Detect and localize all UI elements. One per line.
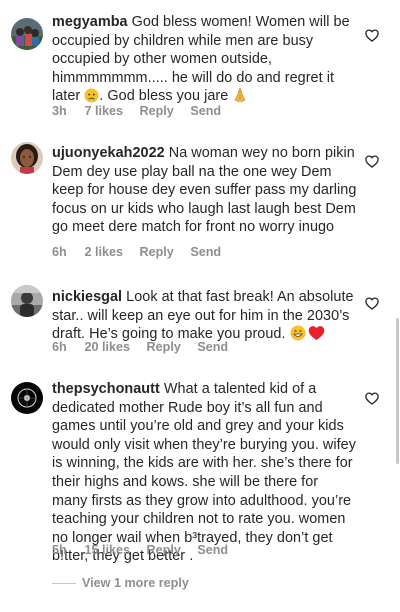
comment-text: What a talented kid of a dedicated mothe… (52, 381, 356, 565)
send-button[interactable]: Send (190, 104, 221, 118)
comment-text: . God bless you jare (99, 88, 233, 105)
comment-meta: 5h 15 likes Reply Send (52, 543, 228, 557)
comment-body: nickiesgal Look at that fast break! An a… (52, 288, 357, 347)
comment-meta: 3h 7 likes Reply Send (52, 104, 221, 118)
heart-outline-icon[interactable] (365, 155, 379, 168)
send-button[interactable]: Send (190, 245, 221, 259)
reply-button[interactable]: Reply (147, 340, 181, 354)
comment-time: 6h (52, 245, 67, 259)
comment-meta: 6h 20 likes Reply Send (52, 340, 228, 354)
divider (52, 582, 76, 584)
comment-body: ujuonyekah2022 Na woman wey no born piki… (52, 144, 357, 237)
view-more-replies[interactable]: View 1 more reply (52, 576, 189, 590)
comment-time: 3h (52, 104, 67, 118)
heart-outline-icon[interactable] (365, 297, 379, 310)
comment-time: 6h (52, 340, 67, 354)
comment-body: thepsychonautt What a talented kid of a … (52, 380, 357, 566)
reply-button[interactable]: Reply (147, 543, 181, 557)
send-button[interactable]: Send (197, 340, 228, 354)
grinning-face-emoji (290, 325, 306, 347)
heart-outline-icon[interactable] (365, 392, 379, 405)
likes-count[interactable]: 2 likes (85, 245, 124, 259)
red-heart-emoji (308, 325, 325, 347)
avatar[interactable] (11, 382, 43, 414)
folded-hands-emoji (232, 87, 248, 109)
reply-button[interactable]: Reply (140, 245, 174, 259)
comment-body: megyamba God bless women! Women will be … (52, 13, 357, 109)
likes-count[interactable]: 7 likes (85, 104, 124, 118)
avatar[interactable] (11, 142, 43, 174)
reply-button[interactable]: Reply (140, 104, 174, 118)
comment-username[interactable]: megyamba (52, 14, 128, 30)
comment-username[interactable]: nickiesgal (52, 289, 122, 305)
comment-time: 5h (52, 543, 67, 557)
avatar[interactable] (11, 285, 43, 317)
likes-count[interactable]: 15 likes (85, 543, 131, 557)
comment-meta: 6h 2 likes Reply Send (52, 245, 221, 259)
send-button[interactable]: Send (197, 543, 228, 557)
view-more-replies-label[interactable]: View 1 more reply (82, 576, 189, 590)
comment-username[interactable]: thepsychonautt (52, 381, 160, 397)
scrollbar[interactable] (396, 318, 399, 464)
avatar[interactable] (11, 18, 43, 50)
comment-username[interactable]: ujuonyekah2022 (52, 145, 165, 161)
likes-count[interactable]: 20 likes (85, 340, 131, 354)
heart-outline-icon[interactable] (365, 29, 379, 42)
